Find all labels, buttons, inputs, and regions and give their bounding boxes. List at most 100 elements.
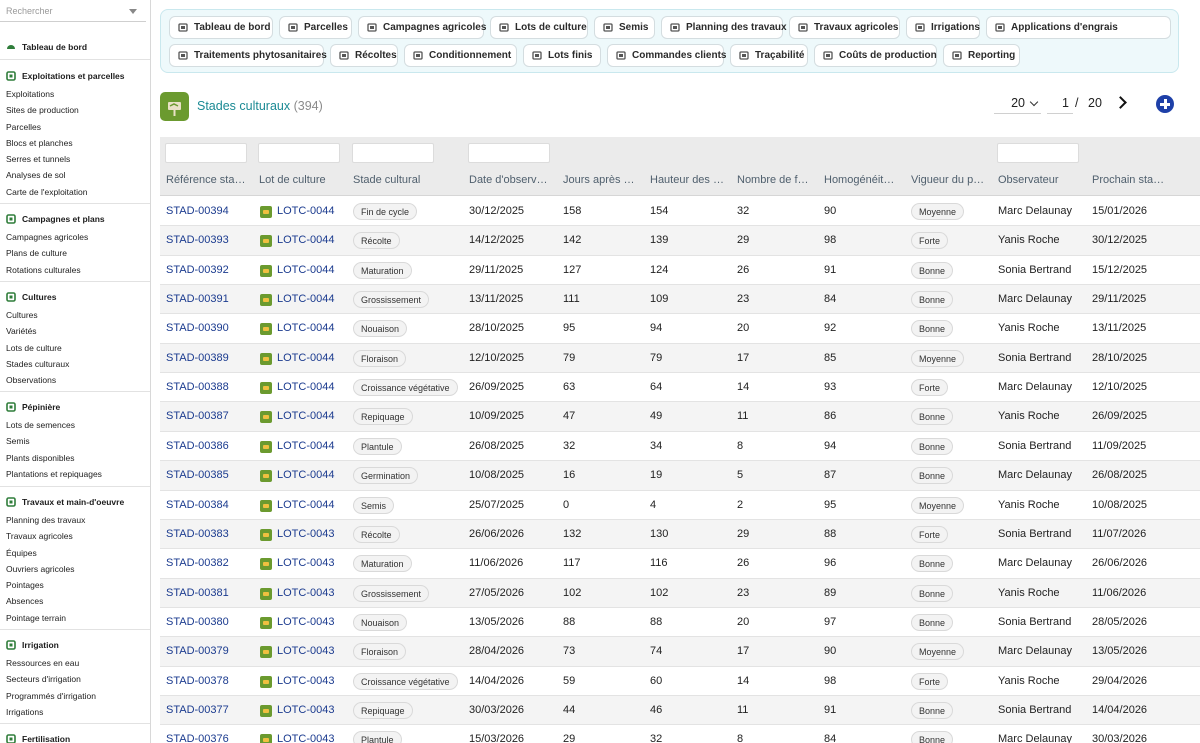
table-row[interactable]: STAD-00394 LOTC-0044 Fin de cycle 30/12/202…: [160, 197, 1200, 227]
add-record-button[interactable]: [1156, 95, 1174, 113]
sidebar-item[interactable]: Pointages: [0, 577, 150, 593]
nav-dashboard-button[interactable]: Tableau de bord: [169, 16, 273, 39]
reference-link[interactable]: STAD-00391: [166, 293, 229, 305]
column-header[interactable]: Hauteur des …: [650, 174, 731, 186]
column-header[interactable]: Date d'observ…: [469, 174, 557, 186]
table-row[interactable]: STAD-00376 LOTC-0043 Plantule 15/03/2026 29 3…: [160, 725, 1200, 743]
lot-link[interactable]: LOTC-0044: [277, 293, 334, 305]
lot-link[interactable]: LOTC-0043: [277, 704, 334, 716]
nav-seed-button[interactable]: Semis: [594, 16, 655, 39]
nav-money-button[interactable]: Coûts de production: [814, 44, 937, 67]
sidebar-item[interactable]: Planning des travaux: [0, 512, 150, 528]
reference-link[interactable]: STAD-00383: [166, 528, 229, 540]
per-page-select[interactable]: 20: [994, 93, 1041, 114]
column-filter-input[interactable]: [165, 143, 247, 163]
lot-link[interactable]: LOTC-0044: [277, 234, 334, 246]
lot-link[interactable]: LOTC-0043: [277, 616, 334, 628]
table-row[interactable]: STAD-00393 LOTC-0044 Récolte 14/12/2025 142 1…: [160, 226, 1200, 256]
sidebar-item[interactable]: Secteurs d'irrigation: [0, 671, 150, 687]
nav-fertilizer-button[interactable]: Applications d'engrais: [986, 16, 1171, 39]
lot-link[interactable]: LOTC-0043: [277, 557, 334, 569]
table-row[interactable]: STAD-00381 LOTC-0043 Grossissement 27/05/20…: [160, 578, 1200, 608]
reference-link[interactable]: STAD-00384: [166, 499, 229, 511]
sidebar-item[interactable]: Pointage terrain: [0, 610, 150, 626]
nav-document-button[interactable]: Commandes clients: [607, 44, 726, 67]
sidebar-item[interactable]: Rotations culturales: [0, 262, 150, 278]
sidebar-item[interactable]: Campagnes agricoles: [0, 229, 150, 245]
reference-link[interactable]: STAD-00393: [166, 234, 229, 246]
reference-link[interactable]: STAD-00389: [166, 352, 229, 364]
lot-link[interactable]: LOTC-0043: [277, 587, 334, 599]
sidebar-item[interactable]: Parcelles: [0, 119, 150, 135]
sidebar-item[interactable]: Plans de culture: [0, 245, 150, 261]
lot-link[interactable]: LOTC-0044: [277, 499, 334, 511]
sidebar-item[interactable]: Stades culturaux: [0, 356, 150, 372]
reference-link[interactable]: STAD-00381: [166, 587, 229, 599]
lot-link[interactable]: LOTC-0043: [277, 645, 334, 657]
table-row[interactable]: STAD-00388 LOTC-0044 Croissance végétative…: [160, 373, 1200, 403]
nav-list-button[interactable]: Travaux agricoles: [789, 16, 900, 39]
column-filter-input[interactable]: [997, 143, 1079, 163]
sidebar-item[interactable]: Lots de culture: [0, 340, 150, 356]
table-row[interactable]: STAD-00377 LOTC-0043 Repiquage 30/03/2026 44…: [160, 695, 1200, 726]
sidebar-item[interactable]: Semis: [0, 433, 150, 449]
table-row[interactable]: STAD-00386 LOTC-0044 Plantule 26/08/2025 32 3…: [160, 432, 1200, 462]
reference-link[interactable]: STAD-00388: [166, 381, 229, 393]
sidebar-item[interactable]: Plants disponibles: [0, 450, 150, 466]
table-row[interactable]: STAD-00392 LOTC-0044 Maturation 29/11/2025 1…: [160, 256, 1200, 286]
nav-water-drop-button[interactable]: Irrigations: [906, 16, 980, 39]
column-header[interactable]: Homogénéit…: [824, 174, 905, 186]
lot-link[interactable]: LOTC-0044: [277, 205, 334, 217]
sidebar-item[interactable]: Absences: [0, 593, 150, 609]
lot-link[interactable]: LOTC-0044: [277, 264, 334, 276]
table-row[interactable]: STAD-00389 LOTC-0044 Floraison 12/10/2025 79…: [160, 343, 1200, 374]
lot-link[interactable]: LOTC-0043: [277, 675, 334, 687]
table-row[interactable]: STAD-00383 LOTC-0043 Récolte 26/06/2026 132 1…: [160, 519, 1200, 550]
sidebar-item[interactable]: Analyses de sol: [0, 167, 150, 183]
reference-link[interactable]: STAD-00382: [166, 557, 229, 569]
table-row[interactable]: STAD-00385 LOTC-0044 Germination 10/08/2025…: [160, 461, 1200, 491]
sidebar-item[interactable]: Variétés: [0, 323, 150, 339]
sidebar-item[interactable]: Serres et tunnels: [0, 151, 150, 167]
reference-link[interactable]: STAD-00387: [166, 410, 229, 422]
table-row[interactable]: STAD-00384 LOTC-0044 Semis 25/07/2025 0 4 2 95 M…: [160, 491, 1200, 520]
lot-link[interactable]: LOTC-0043: [277, 528, 334, 540]
nav-box-button[interactable]: Conditionnement: [404, 44, 517, 67]
lot-link[interactable]: LOTC-0044: [277, 410, 334, 422]
lot-link[interactable]: LOTC-0044: [277, 381, 334, 393]
lot-link[interactable]: LOTC-0044: [277, 469, 334, 481]
sidebar-item[interactable]: Irrigations: [0, 704, 150, 720]
sidebar-item[interactable]: Lots de semences: [0, 417, 150, 433]
table-row[interactable]: STAD-00391 LOTC-0044 Grossissement 13/11/20…: [160, 285, 1200, 315]
nav-barcode-button[interactable]: Traçabilité: [730, 44, 808, 67]
table-row[interactable]: STAD-00378 LOTC-0043 Croissance végétative…: [160, 667, 1200, 696]
sidebar-item[interactable]: Cultures: [0, 307, 150, 323]
column-header[interactable]: Nombre de f…: [737, 174, 818, 186]
table-row[interactable]: STAD-00387 LOTC-0044 Repiquage 10/09/2025 47…: [160, 402, 1200, 432]
reference-link[interactable]: STAD-00390: [166, 322, 229, 334]
nav-basket-button[interactable]: Récoltes: [330, 44, 398, 67]
search-input[interactable]: Rechercher: [0, 0, 146, 22]
table-row[interactable]: STAD-00382 LOTC-0043 Maturation 11/06/2026 1…: [160, 549, 1200, 579]
lot-link[interactable]: LOTC-0044: [277, 322, 334, 334]
sidebar-item[interactable]: Travaux agricoles: [0, 528, 150, 544]
sidebar-item[interactable]: Observations: [0, 372, 150, 388]
nav-calendar-button[interactable]: Campagnes agricoles: [358, 16, 486, 39]
table-row[interactable]: STAD-00380 LOTC-0043 Nouaison 13/05/2026 88 8…: [160, 608, 1200, 638]
sidebar-item[interactable]: Ouvriers agricoles: [0, 561, 150, 577]
reference-link[interactable]: STAD-00394: [166, 205, 229, 217]
chevron-down-icon[interactable]: [129, 9, 137, 14]
sidebar-item[interactable]: Exploitations: [0, 86, 150, 102]
sidebar-item-dashboard[interactable]: Tableau de bord: [0, 40, 150, 54]
reference-link[interactable]: STAD-00392: [166, 264, 229, 276]
lot-link[interactable]: LOTC-0043: [277, 733, 334, 743]
nav-parcel-button[interactable]: Parcelles: [279, 16, 352, 39]
sidebar-item[interactable]: Plantations et repiquages: [0, 466, 150, 482]
sidebar-item[interactable]: Sites de production: [0, 102, 150, 118]
column-filter-input[interactable]: [352, 143, 434, 163]
next-page-icon[interactable]: [1116, 96, 1128, 110]
column-header[interactable]: Référence sta…: [166, 174, 253, 186]
sidebar-item[interactable]: Programmés d'irrigation: [0, 688, 150, 704]
nav-spray-button[interactable]: Traitements phytosanitaires: [169, 44, 327, 67]
reference-link[interactable]: STAD-00385: [166, 469, 229, 481]
